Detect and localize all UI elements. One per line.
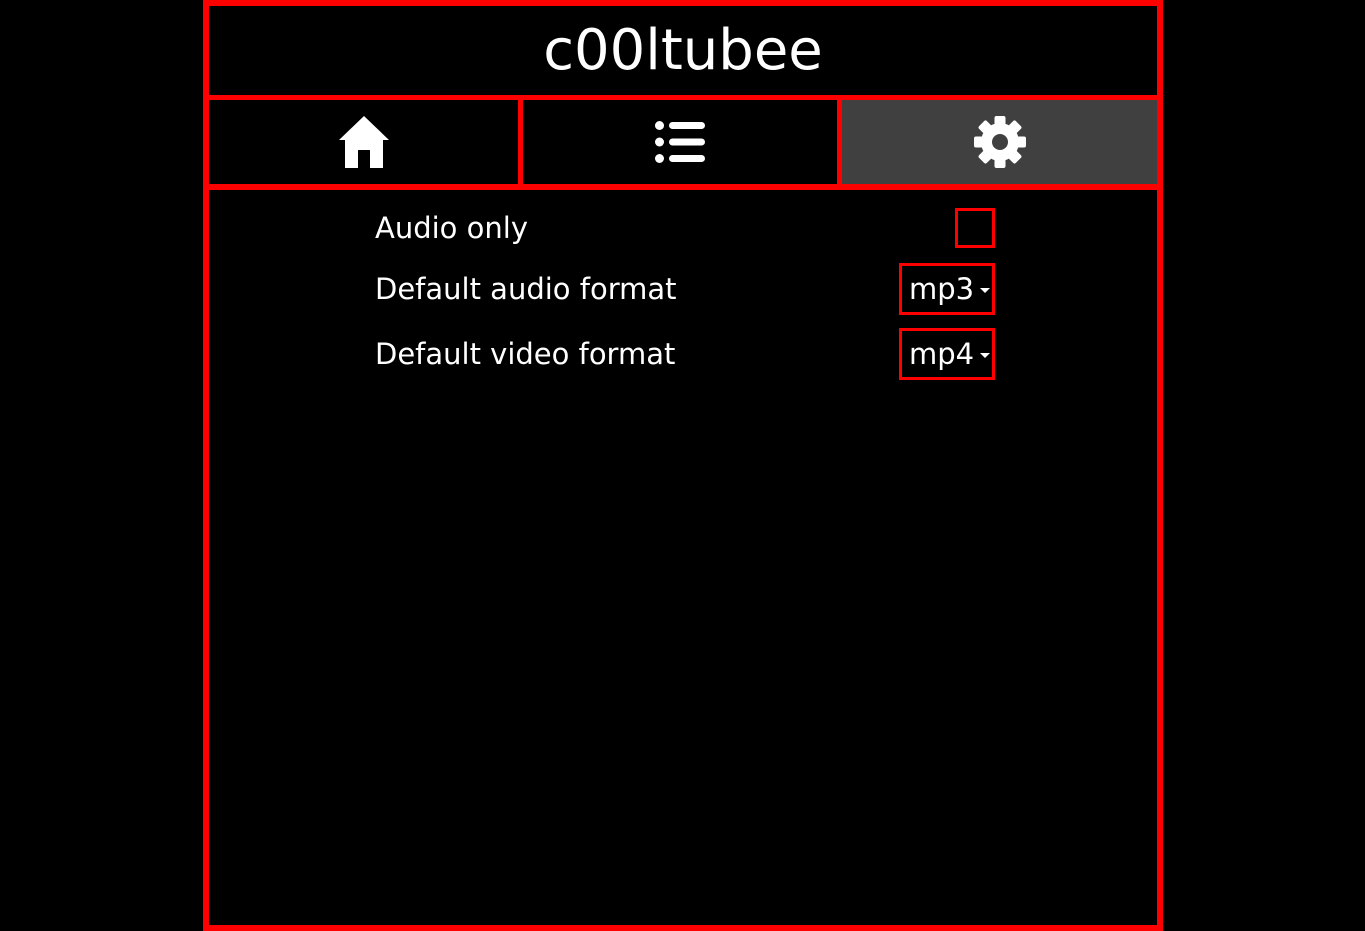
tab-settings[interactable] (842, 100, 1157, 184)
tab-list[interactable] (523, 100, 842, 184)
audio-only-checkbox[interactable] (955, 208, 995, 248)
tab-bar (209, 100, 1157, 190)
video-format-select[interactable]: mp4 (899, 328, 995, 380)
tab-home[interactable] (209, 100, 523, 184)
app-title: c00ltubee (543, 17, 823, 83)
app-window: c00ltubee Audio only Default audio forma… (203, 0, 1163, 931)
list-icon (655, 121, 705, 163)
default-video-format-label: Default video format (375, 336, 676, 371)
chevron-down-icon (980, 352, 991, 358)
setting-default-video-format: Default video format mp4 (375, 325, 995, 383)
default-audio-format-label: Default audio format (375, 271, 677, 306)
video-format-value: mp4 (909, 336, 975, 371)
audio-format-value: mp3 (909, 271, 975, 306)
audio-format-select[interactable]: mp3 (899, 263, 995, 315)
setting-audio-only: Audio only (375, 208, 995, 248)
home-icon (338, 116, 389, 168)
audio-only-label: Audio only (375, 210, 528, 245)
chevron-down-icon (980, 287, 991, 293)
gear-icon (973, 115, 1027, 169)
settings-panel: Audio only Default audio format mp3 Defa… (209, 190, 1157, 931)
setting-default-audio-format: Default audio format mp3 (375, 260, 995, 318)
title-bar: c00ltubee (209, 6, 1157, 100)
